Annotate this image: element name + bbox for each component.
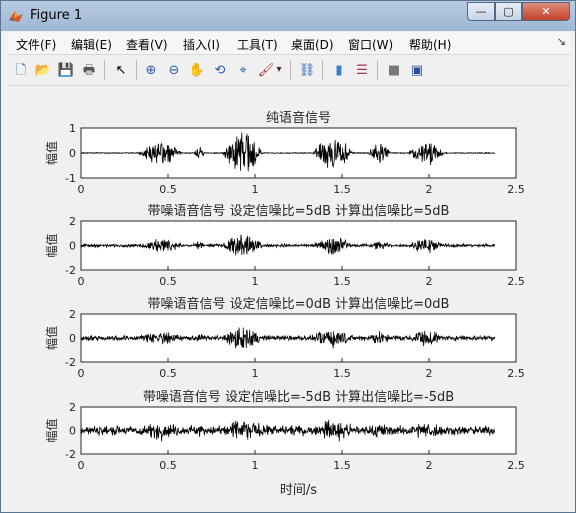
toolbar-separator xyxy=(322,60,323,80)
x-tick-label: 2.5 xyxy=(507,459,525,472)
legend-icon[interactable]: ☰ xyxy=(353,61,371,79)
x-tick-label: 2 xyxy=(426,183,433,196)
open-file-icon[interactable]: 📂 xyxy=(34,61,52,79)
subplot-title: 带噪语音信号 设定信噪比=-5dB 计算出信噪比=-5dB xyxy=(143,389,454,405)
toolbar-separator xyxy=(104,60,105,80)
subplot-title: 纯语音信号 xyxy=(266,110,331,126)
figure-toolbar: 🗋 📂 💾 🖶 ↖ ⊕ ⊖ ✋ ⟲ ⌖ 🖌 ▾ ⛓ ▮ ☰ ■ ▣ xyxy=(8,55,570,86)
menu-bar: 文件(F) 编辑(E) 查看(V) 插入(I) 工具(T) 桌面(D) 窗口(W… xyxy=(8,32,570,55)
x-tick-label: 1 xyxy=(252,183,259,196)
x-tick-label: 0.5 xyxy=(159,459,177,472)
menu-help[interactable]: 帮助(H) xyxy=(409,36,451,53)
x-tick-label: 1 xyxy=(252,275,259,288)
subplot-title: 带噪语音信号 设定信噪比=0dB 计算出信噪比=0dB xyxy=(148,296,450,312)
y-tick-label: 2 xyxy=(69,308,76,321)
x-tick-label: 0.5 xyxy=(159,183,177,196)
subplot-1[interactable]: 纯语音信号10-1幅值0 0.5 1 1.5 2 2.5 xyxy=(44,110,525,196)
y-tick-label: -2 xyxy=(65,264,76,277)
minimize-button[interactable]: — xyxy=(467,2,495,21)
y-tick-label: 0 xyxy=(69,332,76,345)
x-tick-label: 0 xyxy=(78,459,85,472)
y-tick-label: -2 xyxy=(65,356,76,369)
zoom-in-icon[interactable]: ⊕ xyxy=(142,61,160,79)
x-tick-label: 1.5 xyxy=(333,367,351,380)
menu-edit[interactable]: 编辑(E) xyxy=(71,36,112,53)
subplot-title: 带噪语音信号 设定信噪比=5dB 计算出信噪比=5dB xyxy=(148,203,450,219)
y-axis-label: 幅值 xyxy=(44,418,59,442)
print-icon[interactable]: 🖶 xyxy=(80,61,98,79)
x-tick-label: 2.5 xyxy=(507,183,525,196)
y-tick-label: 2 xyxy=(69,401,76,414)
brush-icon[interactable]: 🖌 xyxy=(257,61,275,79)
x-tick-label: 0.5 xyxy=(159,367,177,380)
x-tick-label: 2 xyxy=(426,459,433,472)
y-axis-label: 幅值 xyxy=(44,326,59,350)
colorbar-icon[interactable]: ▮ xyxy=(330,61,348,79)
matlab-logo-icon xyxy=(9,11,23,22)
menu-window[interactable]: 窗口(W) xyxy=(348,36,393,53)
hide-plot-tools-icon[interactable]: ■ xyxy=(385,61,403,79)
menu-desktop[interactable]: 桌面(D) xyxy=(291,36,334,53)
show-plot-tools-icon[interactable]: ▣ xyxy=(408,61,426,79)
menu-view[interactable]: 查看(V) xyxy=(126,36,168,53)
x-tick-label: 1.5 xyxy=(333,275,351,288)
y-tick-label: -2 xyxy=(65,448,76,461)
x-tick-label: 0 xyxy=(78,183,85,196)
x-tick-label: 1.5 xyxy=(333,183,351,196)
pointer-icon[interactable]: ↖ xyxy=(112,61,130,79)
x-tick-label: 1 xyxy=(252,459,259,472)
y-tick-label: 0 xyxy=(69,425,76,438)
y-tick-label: -1 xyxy=(65,172,76,185)
x-tick-label: 1.5 xyxy=(333,459,351,472)
x-tick-label: 2 xyxy=(426,367,433,380)
dock-arrow-icon[interactable]: ↘ xyxy=(557,35,566,48)
toolbar-separator xyxy=(290,60,291,80)
y-axis-label: 幅值 xyxy=(44,233,59,257)
x-axis-label: 时间/s xyxy=(280,483,317,498)
subplot-4[interactable]: 带噪语音信号 设定信噪比=-5dB 计算出信噪比=-5dB20-2幅值0 0.5 1… xyxy=(44,389,525,472)
data-cursor-icon[interactable]: ⌖ xyxy=(234,61,252,79)
x-tick-label: 2 xyxy=(426,275,433,288)
x-tick-label: 0 xyxy=(78,275,85,288)
y-tick-label: 1 xyxy=(69,122,76,135)
y-axis-label: 幅值 xyxy=(44,141,59,165)
new-figure-icon[interactable]: 🗋 xyxy=(12,61,30,79)
x-tick-label: 1 xyxy=(252,367,259,380)
x-tick-label: 2.5 xyxy=(507,367,525,380)
close-button[interactable]: ✕ xyxy=(522,2,570,21)
figure-window: Figure 1 — ▢ ✕ 文件(F) 编辑(E) 查看(V) 插入(I) 工… xyxy=(0,0,576,513)
window-title: Figure 1 xyxy=(30,8,83,23)
y-tick-label: 0 xyxy=(69,240,76,253)
title-bar[interactable]: Figure 1 — ▢ ✕ xyxy=(1,1,575,31)
maximize-button[interactable]: ▢ xyxy=(495,2,522,21)
figure-canvas[interactable]: 纯语音信号 1 0 -1 幅值 0 0.5 1 1.5 2 2.5 带噪语音信号 设定信噪比=5dB … xyxy=(8,86,570,506)
toolbar-separator xyxy=(136,60,137,80)
menu-file[interactable]: 文件(F) xyxy=(16,36,56,53)
zoom-out-icon[interactable]: ⊖ xyxy=(165,61,183,79)
y-tick-label: 0 xyxy=(69,147,76,160)
toolbar-separator xyxy=(377,60,378,80)
subplots-area: 纯语音信号10-1幅值0 0.5 1 1.5 2 2.5带噪语音信号 设定信噪比=5dB … xyxy=(44,110,525,498)
subplot-3[interactable]: 带噪语音信号 设定信噪比=0dB 计算出信噪比=0dB20-2幅值0 0.5 1 1.… xyxy=(44,296,525,380)
subplot-2[interactable]: 带噪语音信号 设定信噪比=5dB 计算出信噪比=5dB20-2幅值0 0.5 1 1.… xyxy=(44,203,525,288)
x-tick-label: 0 xyxy=(78,367,85,380)
brush-dropdown-icon[interactable]: ▾ xyxy=(274,61,284,79)
y-tick-label: 2 xyxy=(69,215,76,228)
save-icon[interactable]: 💾 xyxy=(57,61,75,79)
x-tick-label: 0.5 xyxy=(159,275,177,288)
link-plot-icon[interactable]: ⛓ xyxy=(298,61,316,79)
menu-tools[interactable]: 工具(T) xyxy=(237,36,278,53)
rotate-3d-icon[interactable]: ⟲ xyxy=(211,61,229,79)
menu-insert[interactable]: 插入(I) xyxy=(183,36,220,53)
x-tick-label: 2.5 xyxy=(507,275,525,288)
pan-icon[interactable]: ✋ xyxy=(188,61,206,79)
